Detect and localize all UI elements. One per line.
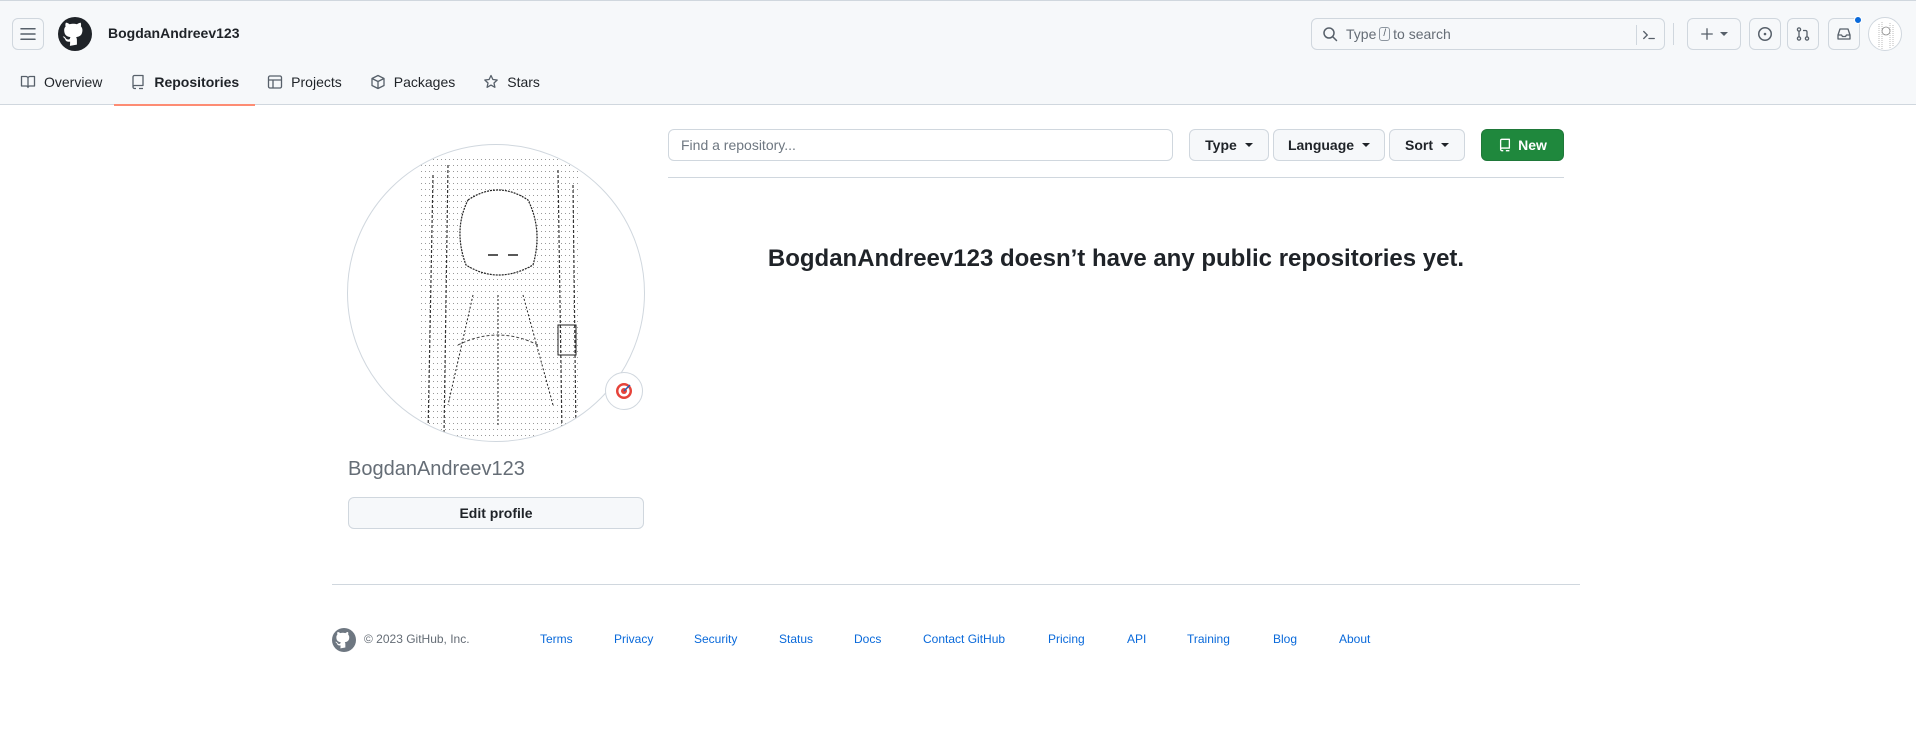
footer-link-terms[interactable]: Terms	[540, 632, 573, 646]
search-suffix: to search	[1393, 26, 1451, 42]
find-repository-input[interactable]: Find a repository...	[668, 129, 1173, 161]
avatar-icon	[1878, 22, 1894, 50]
ascii-art-avatar-icon	[418, 155, 578, 441]
chevron-down-icon	[1441, 143, 1449, 147]
plus-icon	[1701, 28, 1713, 40]
chevron-down-icon	[1362, 143, 1371, 147]
tab-stars[interactable]: Stars	[475, 65, 548, 99]
github-logo-icon[interactable]	[58, 17, 92, 51]
target-emoji-icon	[616, 383, 632, 399]
menu-button[interactable]	[12, 18, 44, 50]
repo-icon	[132, 74, 145, 90]
type-filter-button[interactable]: Type	[1189, 129, 1269, 161]
language-filter-label: Language	[1287, 137, 1355, 153]
pull-requests-button[interactable]	[1787, 18, 1819, 50]
footer-link-api[interactable]: API	[1127, 632, 1146, 646]
tab-label: Packages	[393, 74, 456, 90]
divider	[668, 177, 1564, 178]
github-mark-icon[interactable]	[332, 628, 356, 652]
chevron-down-icon	[1244, 143, 1253, 147]
copyright: © 2023 GitHub, Inc.	[364, 632, 470, 646]
notification-indicator	[1854, 16, 1862, 24]
footer-link-docs[interactable]: Docs	[854, 632, 881, 646]
header-divider	[1673, 23, 1674, 45]
new-repository-button[interactable]: New	[1481, 129, 1564, 161]
global-header: BogdanAndreev123 Type / to search Overvi…	[0, 0, 1916, 106]
footer-link-security[interactable]: Security	[694, 632, 737, 646]
search-shortcut-key: /	[1379, 27, 1391, 41]
package-icon	[371, 74, 385, 90]
hamburger-icon	[20, 28, 36, 40]
profile-avatar	[347, 144, 645, 442]
footer-link-contact[interactable]: Contact GitHub	[923, 632, 1005, 646]
tab-overview[interactable]: Overview	[12, 65, 110, 99]
issues-button[interactable]	[1749, 18, 1781, 50]
book-icon	[20, 75, 36, 89]
new-repository-label: New	[1518, 137, 1547, 153]
tab-projects[interactable]: Projects	[259, 65, 350, 99]
tab-label: Repositories	[154, 74, 240, 90]
tab-label: Stars	[507, 74, 540, 90]
footer-link-privacy[interactable]: Privacy	[614, 632, 653, 646]
language-filter-button[interactable]: Language	[1273, 129, 1385, 161]
issue-opened-icon	[1758, 27, 1772, 41]
inbox-button[interactable]	[1828, 16, 1862, 50]
footer-link-training[interactable]: Training	[1187, 632, 1230, 646]
empty-state-message: BogdanAndreev123 doesn’t have any public…	[767, 245, 1465, 272]
chevron-down-icon	[1720, 32, 1728, 36]
inbox-icon	[1837, 28, 1851, 40]
tab-repositories[interactable]: Repositories	[114, 65, 255, 106]
header-username[interactable]: BogdanAndreev123	[108, 25, 239, 41]
repo-icon	[1500, 138, 1511, 152]
create-new-button[interactable]	[1687, 18, 1741, 50]
search-prefix: Type	[1346, 26, 1377, 42]
star-icon	[484, 74, 499, 88]
type-filter-label: Type	[1205, 137, 1237, 153]
footer-link-status[interactable]: Status	[779, 632, 813, 646]
edit-profile-button[interactable]: Edit profile	[348, 497, 644, 529]
footer-link-blog[interactable]: Blog	[1273, 632, 1297, 646]
status-button[interactable]	[605, 372, 643, 410]
terminal-icon	[1643, 30, 1655, 40]
footer-link-pricing[interactable]: Pricing	[1048, 632, 1085, 646]
tab-label: Overview	[44, 74, 103, 90]
sort-label: Sort	[1405, 137, 1433, 153]
footer-divider	[332, 584, 1580, 585]
tab-label: Projects	[291, 74, 342, 90]
profile-username: BogdanAndreev123	[348, 458, 525, 480]
search-input[interactable]: Type / to search	[1311, 18, 1665, 50]
table-icon	[268, 75, 283, 89]
footer-link-about[interactable]: About	[1339, 632, 1370, 646]
search-icon	[1323, 27, 1338, 42]
profile-tabs: Overview Repositories Projects Packages …	[0, 65, 548, 106]
user-avatar-menu[interactable]	[1868, 17, 1902, 51]
command-palette-button[interactable]	[1636, 25, 1656, 45]
git-pull-request-icon	[1796, 27, 1810, 41]
tab-packages[interactable]: Packages	[362, 65, 463, 99]
sort-button[interactable]: Sort	[1389, 129, 1465, 161]
